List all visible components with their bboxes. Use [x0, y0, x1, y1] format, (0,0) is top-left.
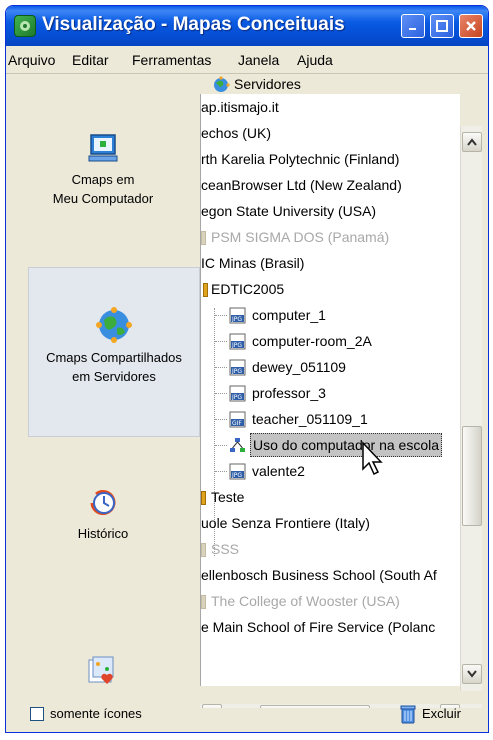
tree-connector [215, 341, 227, 342]
cmap-icon [230, 438, 245, 452]
sidebar-item-label: Meu Computador [52, 191, 154, 206]
row-label: PSM SIGMA DOS (Panamá) [211, 229, 390, 245]
row-label: dewey_051109 [252, 359, 346, 375]
app-window: Visualização - Mapas Conceituais Arquivo… [5, 5, 489, 733]
row-label: Uso do computador na escola [250, 433, 442, 457]
menu-ferramentas[interactable]: Ferramentas [132, 52, 211, 68]
sidebar-item-label: Cmaps Compartilhados [46, 350, 182, 365]
row-label: ap.itismajo.it [201, 99, 279, 115]
gif-file-icon: GIF [229, 411, 246, 428]
row-label: valente2 [252, 463, 305, 479]
server-tree[interactable]: ap.itismajo.it echos (UK) rth Karelia Po… [200, 94, 460, 686]
row-label: egon State University (USA) [201, 203, 377, 219]
scroll-up-button[interactable] [462, 132, 482, 152]
network-globe-icon [96, 307, 132, 343]
row-label: ceanBrowser Ltd (New Zealand) [201, 177, 402, 193]
sidebar-item-history[interactable]: Histórico [6, 486, 200, 543]
computer-icon [88, 134, 118, 162]
svg-text:JPG: JPG [231, 472, 242, 479]
sidebar-item-favorites[interactable] [6, 654, 200, 694]
scroll-down-button[interactable] [462, 664, 482, 684]
tree-connector [215, 367, 227, 368]
row-label: computer-room_2A [252, 333, 372, 349]
icons-only-checkbox[interactable] [30, 707, 44, 721]
icons-only-label: somente ícones [50, 706, 142, 721]
row-label: e Main School of Fire Service (Polanc [201, 619, 436, 635]
sidebar-item-shared-servers[interactable]: Cmaps Compartilhados em Servidores [28, 267, 200, 437]
history-clock-icon [90, 490, 116, 515]
svg-text:GIF: GIF [232, 420, 242, 427]
row-label: computer_1 [252, 307, 326, 323]
sidebar-item-my-computer[interactable]: Cmaps em Meu Computador [6, 132, 200, 208]
row-label: EDTIC2005 [211, 281, 285, 297]
sidebar-item-label: Histórico [77, 526, 129, 541]
row-label: professor_3 [252, 385, 326, 401]
folder-icon [203, 283, 208, 297]
sidebar-item-label: Cmaps em [71, 172, 135, 187]
svg-text:JPG: JPG [231, 368, 242, 375]
chevron-down-icon [467, 670, 477, 678]
cmap-app-icon [14, 15, 36, 37]
trash-icon[interactable] [399, 704, 417, 724]
menu-editar[interactable]: Editar [72, 52, 109, 68]
globe-icon [214, 76, 230, 92]
jpg-file-icon: JPG [229, 333, 246, 350]
folder-icon [201, 491, 206, 505]
svg-text:JPG: JPG [231, 316, 242, 323]
row-label: SSS [211, 541, 240, 557]
row-label: Teste [211, 489, 245, 505]
window-title: Visualização - Mapas Conceituais [42, 14, 345, 35]
tree-header: Servidores [200, 74, 488, 96]
vertical-scrollbar[interactable] [460, 126, 482, 691]
svg-text:JPG: JPG [231, 394, 242, 401]
row-label: rth Karelia Polytechnic (Finland) [201, 151, 400, 167]
tree-connector [215, 445, 227, 446]
jpg-file-icon: JPG [229, 385, 246, 402]
row-label: The College of Wooster (USA) [211, 593, 400, 609]
row-label: teacher_051109_1 [252, 411, 368, 427]
svg-text:JPG: JPG [231, 342, 242, 349]
jpg-file-icon: JPG [229, 359, 246, 376]
folder-icon [201, 231, 206, 245]
tree-header-label: Servidores [234, 76, 301, 92]
close-button[interactable] [459, 14, 483, 38]
menu-arquivo[interactable]: Arquivo [8, 52, 55, 68]
mouse-cursor-icon [362, 441, 383, 476]
menu-janela[interactable]: Janela [238, 52, 279, 68]
tree-connector [215, 419, 227, 420]
tree-connector [215, 471, 227, 472]
sidebar: Cmaps em Meu Computador Cmaps Compartilh… [6, 74, 200, 704]
chevron-up-icon [467, 138, 477, 146]
jpg-file-icon: JPG [229, 307, 246, 324]
tree-connector [215, 393, 227, 394]
vertical-scroll-thumb[interactable] [462, 426, 482, 526]
tree-connector [215, 315, 227, 316]
minimize-button[interactable] [401, 14, 425, 38]
maximize-button[interactable] [430, 14, 454, 38]
row-label: echos (UK) [201, 125, 272, 141]
folder-icon [201, 543, 206, 557]
folder-icon [201, 595, 206, 609]
title-bar[interactable]: Visualização - Mapas Conceituais [6, 6, 488, 46]
row-label: ellenbosch Business School (South Af [201, 567, 437, 583]
row-label: uole Senza Frontiere (Italy) [201, 515, 370, 531]
menu-bar: Arquivo Editar Ferramentas Janela Ajuda [6, 46, 488, 74]
row-label: IC Minas (Brasil) [201, 255, 305, 271]
sidebar-item-label: em Servidores [72, 369, 156, 384]
delete-button[interactable]: Excluir [422, 706, 461, 721]
menu-ajuda[interactable]: Ajuda [297, 52, 333, 68]
favorites-icon [88, 656, 114, 684]
jpg-file-icon: JPG [229, 463, 246, 480]
